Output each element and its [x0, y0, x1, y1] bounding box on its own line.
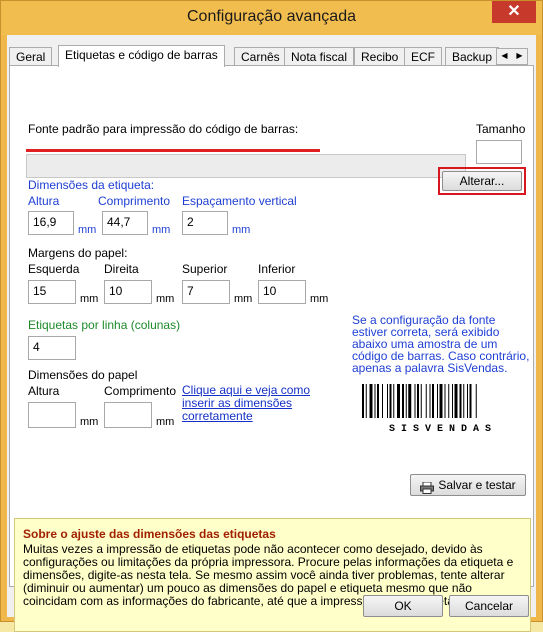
- barcode-bar: [377, 384, 379, 418]
- margin-left-unit: mm: [80, 293, 99, 305]
- tab-panel: Fonte padrão para impressão do código de…: [9, 65, 534, 632]
- font-label: Fonte padrão para impressão do código de…: [28, 122, 299, 136]
- barcode-bar: [475, 384, 477, 418]
- title-bar[interactable]: Configuração avançada ✕: [1, 1, 542, 35]
- barcode-bar: [439, 384, 443, 418]
- dimensions-help-link-line3[interactable]: corretamente: [182, 410, 253, 423]
- barcode-bar: [408, 384, 412, 418]
- barcode-bar: [397, 384, 400, 418]
- info-title: Sobre o ajuste das dimensões das etiquet…: [23, 527, 276, 541]
- size-label: Tamanho: [476, 122, 526, 136]
- tab-scroll-left-icon[interactable]: ◀: [497, 51, 512, 60]
- margin-top-label: Superior: [182, 262, 228, 276]
- margin-left-input[interactable]: 15: [28, 280, 76, 304]
- preview-note-line5: apenas a palavra SisVendas.: [352, 361, 508, 375]
- paper-length-unit: mm: [156, 416, 175, 428]
- barcode-bar: [429, 384, 431, 418]
- paper-dims-title: Dimensões do papel: [28, 368, 138, 382]
- window-title: Configuração avançada: [186, 8, 356, 25]
- label-height-label: Altura: [28, 194, 60, 208]
- margin-right-input[interactable]: 10: [104, 280, 152, 304]
- label-vspace-label: Espaçamento vertical: [182, 194, 297, 208]
- barcode-bar: [362, 384, 364, 418]
- tab-carnes[interactable]: Carnês: [234, 47, 287, 66]
- paper-height-unit: mm: [80, 416, 99, 428]
- dialog-window: Configuração avançada ✕ Geral Etiquetas …: [0, 0, 543, 632]
- barcode-bar: [463, 384, 465, 418]
- printer-icon: [420, 480, 435, 494]
- label-height-input[interactable]: 16,9: [28, 211, 74, 235]
- margin-bottom-input[interactable]: 10: [258, 280, 306, 304]
- margin-right-unit: mm: [156, 293, 175, 305]
- label-dims-title: Dimensões da etiqueta:: [28, 178, 155, 192]
- barcode-bar: [425, 384, 427, 418]
- barcode-bar: [432, 384, 434, 418]
- barcode-bar: [393, 384, 395, 418]
- barcode-bar: [365, 384, 367, 418]
- barcode-bar: [444, 384, 446, 418]
- barcode-bar: [467, 384, 468, 418]
- label-length-label: Comprimento: [98, 194, 171, 208]
- label-length-input[interactable]: 44,7: [102, 211, 148, 235]
- paper-length-input[interactable]: [104, 402, 152, 428]
- tab-scroll: ◀ ▶: [496, 48, 528, 65]
- barcode-bar: [414, 384, 416, 418]
- cancel-button[interactable]: Cancelar: [449, 595, 529, 617]
- barcode-bar: [437, 384, 438, 418]
- margins-title: Margens do papel:: [28, 246, 128, 260]
- paper-length-label: Comprimento: [104, 384, 177, 398]
- save-test-button[interactable]: Salvar e testar: [410, 474, 526, 496]
- barcode-bars: [362, 384, 477, 418]
- barcode-bar: [417, 384, 419, 418]
- barcode-bar: [448, 384, 450, 418]
- tab-ecf[interactable]: ECF: [404, 47, 442, 66]
- barcode-bar: [469, 384, 472, 418]
- tab-geral[interactable]: Geral: [9, 47, 53, 66]
- label-vspace-unit: mm: [232, 224, 251, 236]
- ok-button[interactable]: OK: [363, 595, 443, 617]
- tab-backup[interactable]: Backup: [445, 47, 500, 66]
- barcode-bar: [459, 384, 462, 418]
- tab-etiquetas[interactable]: Etiquetas e código de barras: [58, 45, 225, 67]
- margin-left-label: Esquerda: [28, 262, 80, 276]
- margin-top-input[interactable]: 7: [182, 280, 230, 304]
- dialog-body: Geral Etiquetas e código de barras Carnê…: [7, 35, 536, 632]
- paper-height-input[interactable]: [28, 402, 76, 428]
- font-display-field: [26, 154, 466, 178]
- per-line-label: Etiquetas por linha (colunas): [28, 318, 181, 332]
- barcode-bar: [387, 384, 388, 418]
- per-line-input[interactable]: 4: [28, 336, 76, 360]
- barcode-bar: [382, 384, 383, 418]
- info-body: Muitas vezes a impressão de etiquetas po…: [23, 542, 514, 608]
- label-length-unit: mm: [152, 224, 171, 236]
- barcode-bar: [374, 384, 376, 418]
- font-size-field[interactable]: [476, 140, 522, 164]
- label-vspace-input[interactable]: 2: [182, 211, 228, 235]
- tab-scroll-right-icon[interactable]: ▶: [512, 51, 527, 60]
- margin-bottom-unit: mm: [310, 293, 329, 305]
- tab-nota-fiscal[interactable]: Nota fiscal: [284, 47, 355, 66]
- margin-right-label: Direita: [104, 262, 139, 276]
- barcode-bar: [405, 384, 407, 418]
- barcode-bar: [452, 384, 453, 418]
- save-test-label: Salvar e testar: [438, 478, 516, 492]
- barcode-bar: [389, 384, 392, 418]
- margin-bottom-label: Inferior: [258, 262, 296, 276]
- margin-top-unit: mm: [234, 293, 253, 305]
- paper-height-label: Altura: [28, 384, 60, 398]
- barcode-bar: [402, 384, 404, 418]
- close-button[interactable]: ✕: [492, 1, 536, 23]
- barcode-bar: [369, 384, 373, 418]
- red-underline: [26, 149, 320, 152]
- tab-recibo[interactable]: Recibo: [354, 47, 406, 66]
- label-height-unit: mm: [78, 224, 97, 236]
- tab-strip: Geral Etiquetas e código de barras Carnê…: [9, 45, 534, 67]
- barcode-preview: S I S V E N D A S: [362, 384, 491, 434]
- barcode-bar: [420, 384, 422, 418]
- barcode-bar: [454, 384, 458, 418]
- barcode-text: S I S V E N D A S: [389, 424, 491, 434]
- change-font-button[interactable]: Alterar...: [442, 171, 522, 191]
